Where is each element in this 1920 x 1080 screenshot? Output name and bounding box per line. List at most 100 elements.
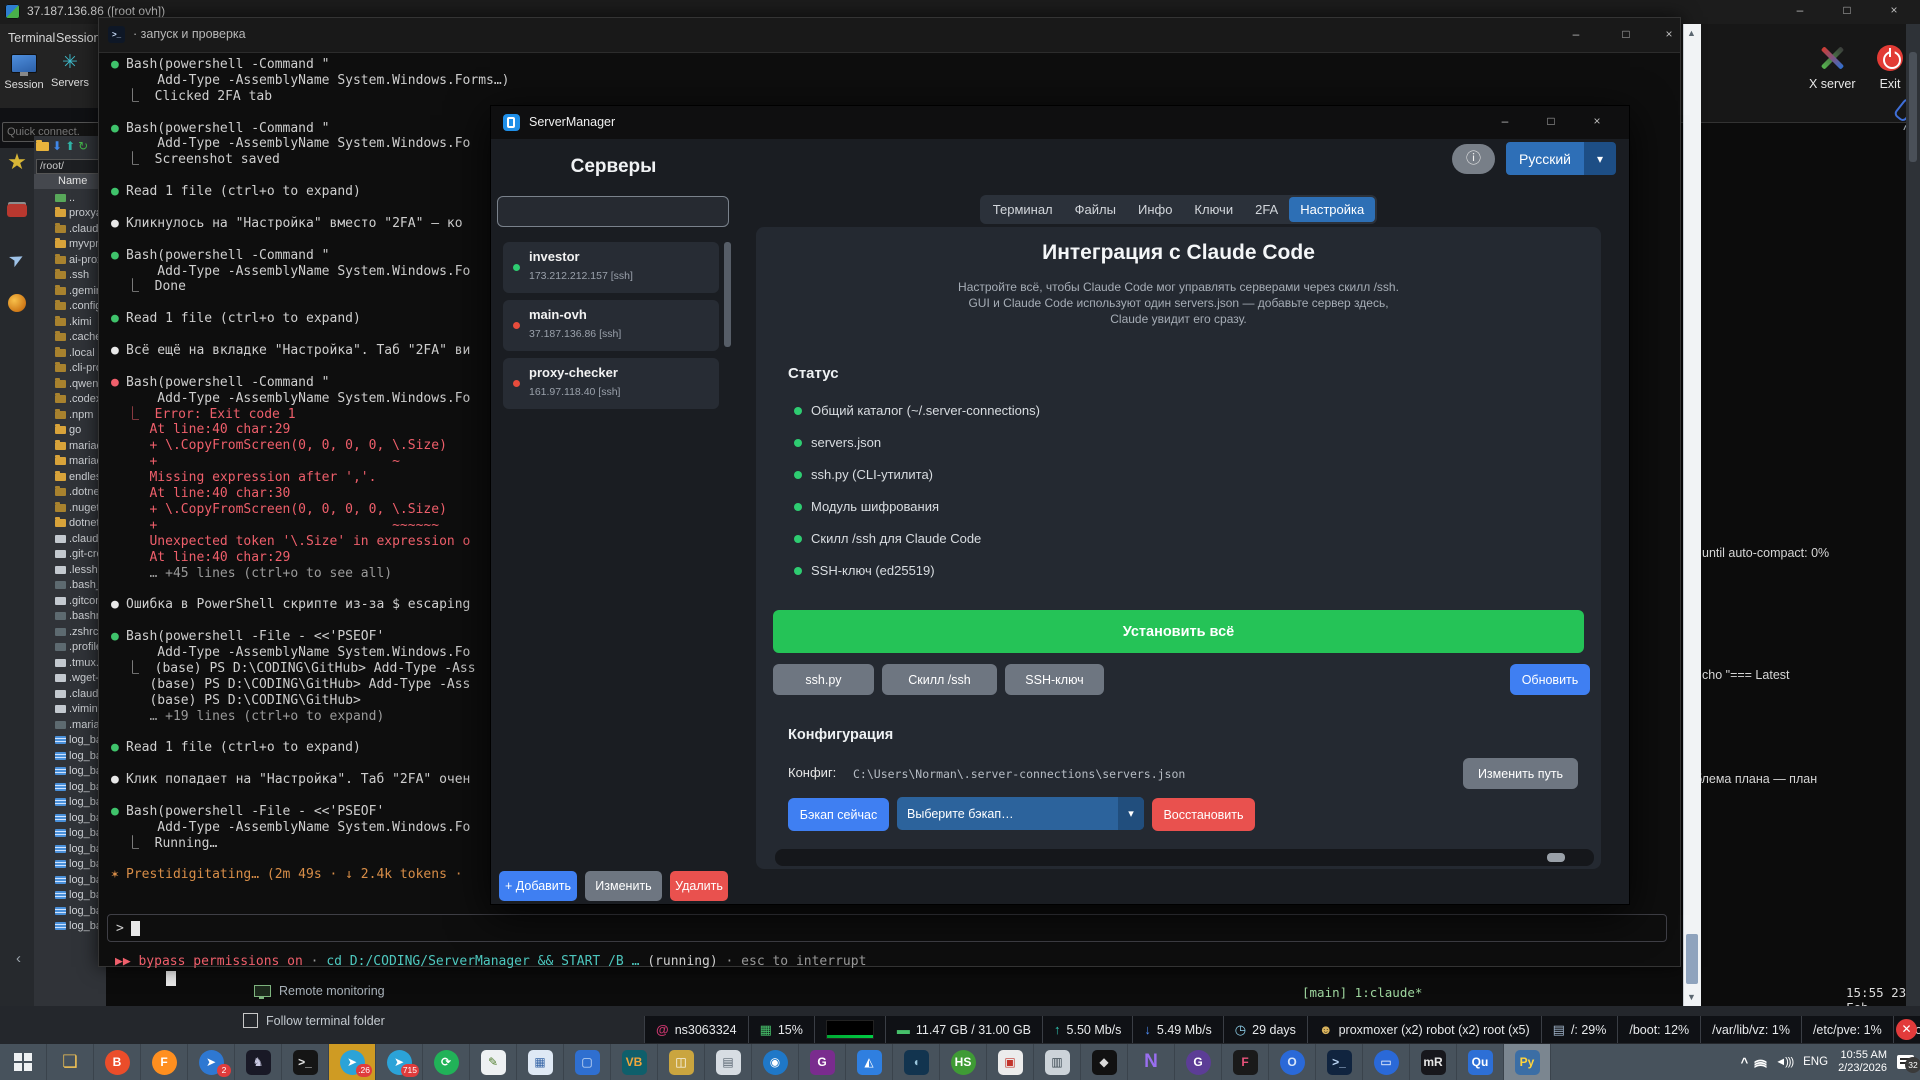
taskbar-notepad-edit-icon[interactable]: ✎ <box>470 1044 517 1080</box>
taskbar-chromium-icon[interactable]: O <box>1269 1044 1316 1080</box>
taskbar-remote-window-icon[interactable]: ▢ <box>564 1044 611 1080</box>
close-icon[interactable]: × <box>1879 2 1909 20</box>
upload-icon[interactable]: ⬆ <box>65 139 75 153</box>
file-row[interactable]: .lesshst <box>34 562 106 578</box>
taskbar-github-icon[interactable]: G <box>1175 1044 1222 1080</box>
file-row[interactable]: log_backu <box>34 733 106 749</box>
taskbar-sharex-icon[interactable]: ▣ <box>987 1044 1034 1080</box>
language-select[interactable]: Русский ▾ <box>1506 142 1616 175</box>
wifi-icon[interactable]: ((( <box>1754 1059 1769 1066</box>
servers-button[interactable]: ✳ Servers <box>48 54 92 89</box>
file-row[interactable]: .git-crede <box>34 547 106 563</box>
file-row[interactable]: dotnet9 <box>34 516 106 532</box>
volume-icon[interactable]: ◄))) <box>1775 1056 1793 1068</box>
taskbar-brave-icon[interactable]: B <box>94 1044 141 1080</box>
taskbar-mremoteng-icon[interactable]: mR <box>1410 1044 1457 1080</box>
component-button-3[interactable]: SSH-ключ <box>1005 664 1104 695</box>
taskbar-anydesk-icon[interactable]: ▭ <box>1363 1044 1410 1080</box>
file-row[interactable]: .cache <box>34 330 106 346</box>
window-edge-scrollbar[interactable] <box>1906 24 1920 1006</box>
taskbar-cmd-icon[interactable]: >_ <box>282 1044 329 1080</box>
taskbar-file-explorer-icon[interactable]: ❏ <box>47 1044 94 1080</box>
file-row[interactable]: log_backu <box>34 826 106 842</box>
globe-icon[interactable] <box>5 294 29 318</box>
favorites-icon[interactable]: ★ <box>5 150 29 174</box>
path-input[interactable] <box>36 159 104 174</box>
file-row[interactable]: .nuget <box>34 500 106 516</box>
taskbar-start-icon[interactable] <box>0 1044 47 1080</box>
file-row[interactable]: .local <box>34 345 106 361</box>
file-row[interactable]: .kimi <box>34 314 106 330</box>
folder-up-icon[interactable] <box>36 142 49 151</box>
tab-Инфо[interactable]: Инфо <box>1127 197 1183 222</box>
server-item-investor[interactable]: investor173.212.212.157 [ssh] <box>503 242 719 293</box>
maximize-icon[interactable]: □ <box>1536 113 1566 131</box>
tab-Настройка[interactable]: Настройка <box>1289 197 1375 222</box>
file-row[interactable]: mariadb-i <box>34 438 106 454</box>
file-row[interactable]: .wget-hs <box>34 671 106 687</box>
file-row[interactable]: .dotnet <box>34 485 106 501</box>
horizontal-scrollbar[interactable] <box>775 849 1594 866</box>
clock[interactable]: 10:55 AM 2/23/2026 <box>1838 1049 1887 1075</box>
session-scrollbar[interactable]: ▲ ▼ <box>1683 24 1701 1006</box>
taskbar-g-doc-icon[interactable]: G <box>799 1044 846 1080</box>
component-button-2[interactable]: Скилл /ssh <box>882 664 997 695</box>
taskbar-notepad-icon[interactable]: ▤ <box>705 1044 752 1080</box>
file-row[interactable]: .bash_his <box>34 578 106 594</box>
download-icon[interactable]: ⬇ <box>52 139 62 153</box>
refresh-button[interactable]: Обновить <box>1510 664 1590 695</box>
taskbar-heidisql-icon[interactable]: HS <box>940 1044 987 1080</box>
backup-select[interactable]: Выберите бэкап… ▾ <box>897 797 1144 830</box>
scrollbar-thumb[interactable] <box>1686 934 1698 984</box>
terminal-input-box[interactable]: > <box>107 914 1667 942</box>
file-row[interactable]: .config <box>34 299 106 315</box>
file-row[interactable]: log_backu <box>34 779 106 795</box>
server-search-input[interactable] <box>497 196 729 227</box>
file-row[interactable]: .cli-proxy <box>34 361 106 377</box>
close-icon[interactable]: × <box>1654 26 1684 44</box>
send-icon[interactable]: ➤ <box>1 244 33 276</box>
server-item-main-ovh[interactable]: main-ovh37.187.136.86 [ssh] <box>503 300 719 351</box>
taskbar-thunderbird-icon[interactable]: ➤2 <box>188 1044 235 1080</box>
file-row[interactable]: .codex <box>34 392 106 408</box>
scroll-down-icon[interactable]: ▼ <box>1687 992 1696 1002</box>
taskbar-system-monitor-icon[interactable]: ▥ <box>1034 1044 1081 1080</box>
taskbar-sync-icon[interactable]: ⟳ <box>423 1044 470 1080</box>
file-row[interactable]: .claude.js <box>34 531 106 547</box>
taskbar-game-icon[interactable]: ♞ <box>235 1044 282 1080</box>
taskbar-mariadb-icon[interactable]: ◖ <box>893 1044 940 1080</box>
file-row[interactable]: .profile <box>34 640 106 656</box>
file-row[interactable]: .gemini <box>34 283 106 299</box>
file-row[interactable]: .qwen <box>34 376 106 392</box>
remote-monitoring[interactable]: Remote monitoring <box>254 984 385 998</box>
file-row[interactable]: log_backu <box>34 857 106 873</box>
file-row[interactable]: log_backu <box>34 903 106 919</box>
backup-now-button[interactable]: Бэкап сейчас <box>788 798 889 831</box>
file-row[interactable]: .mariadb_ <box>34 717 106 733</box>
taskbar-photos-icon[interactable]: ◭ <box>846 1044 893 1080</box>
taskbar-calculator-icon[interactable]: ▦ <box>517 1044 564 1080</box>
change-path-button[interactable]: Изменить путь <box>1463 758 1578 789</box>
taskbar-powershell-icon[interactable]: >_ <box>1316 1044 1363 1080</box>
scroll-up-icon[interactable]: ▲ <box>1687 28 1696 38</box>
x-server-button[interactable]: X server <box>1809 45 1856 91</box>
maximize-icon[interactable]: □ <box>1611 26 1641 44</box>
collapse-sidebar-icon[interactable]: ‹ <box>16 950 21 967</box>
server-edit-button[interactable]: Изменить <box>585 871 662 901</box>
component-button-1[interactable]: ssh.py <box>773 664 874 695</box>
file-row[interactable]: log_backu <box>34 810 106 826</box>
taskbar-python-icon[interactable]: Py <box>1504 1044 1551 1080</box>
file-row[interactable]: endlessh <box>34 469 106 485</box>
statusbar-close-icon[interactable]: ✕ <box>1896 1019 1917 1040</box>
file-row[interactable]: proxyapi <box>34 206 106 222</box>
taskbar-firefox-icon[interactable]: F <box>141 1044 188 1080</box>
minimize-icon[interactable]: – <box>1561 26 1591 44</box>
file-row[interactable]: log_backu <box>34 748 106 764</box>
file-row[interactable]: myvpn <box>34 237 106 253</box>
install-all-button[interactable]: Установить всё <box>773 610 1584 653</box>
tab-Файлы[interactable]: Файлы <box>1064 197 1127 222</box>
file-row[interactable]: ai-proxy- <box>34 252 106 268</box>
file-row[interactable]: log_backu <box>34 872 106 888</box>
follow-terminal-folder[interactable]: Follow terminal folder <box>243 1013 385 1028</box>
tools-icon[interactable] <box>5 200 29 224</box>
